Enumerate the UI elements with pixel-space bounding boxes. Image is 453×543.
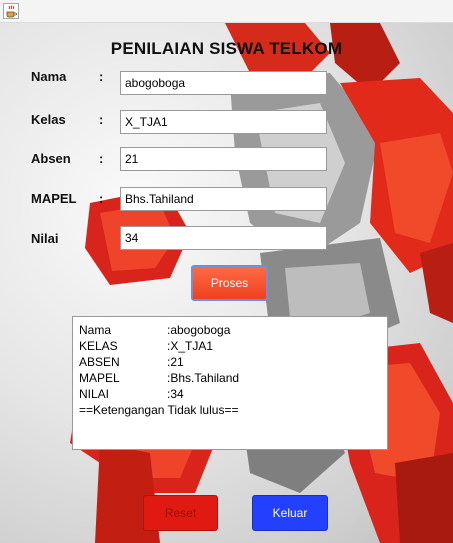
- result-row-nama: Nama :abogoboga: [79, 322, 381, 338]
- colon-kelas: :: [99, 112, 104, 127]
- colon-absen: :: [99, 151, 104, 166]
- result-key: Nama: [79, 323, 112, 337]
- nama-input[interactable]: [120, 71, 327, 95]
- form-panel: PENILAIAN SISWA TELKOM Nama : Kelas : Ab…: [0, 23, 453, 543]
- label-nilai: Nilai: [31, 231, 59, 246]
- absen-input[interactable]: [120, 147, 327, 171]
- kelas-input[interactable]: [120, 110, 327, 134]
- colon-nama: :: [99, 69, 104, 84]
- result-value: :34: [167, 387, 184, 401]
- java-coffee-icon[interactable]: [3, 3, 19, 19]
- result-note: ==Ketengangan Tidak lulus==: [79, 403, 239, 417]
- nilai-input[interactable]: [120, 226, 327, 250]
- colon-mapel: :: [99, 191, 104, 206]
- result-row-absen: ABSEN :21: [79, 354, 381, 370]
- result-row-mapel: MAPEL :Bhs.Tahiland: [79, 370, 381, 386]
- result-textarea[interactable]: Nama :abogoboga KELAS :X_TJA1 ABSEN :21 …: [72, 316, 388, 450]
- label-kelas: Kelas: [31, 112, 66, 127]
- result-row-nilai: NILAI :34: [79, 386, 381, 402]
- label-absen: Absen: [31, 151, 71, 166]
- result-key: NILAI: [79, 387, 110, 401]
- reset-button[interactable]: Reset: [143, 495, 218, 531]
- result-key: KELAS: [79, 339, 118, 353]
- result-key: MAPEL: [79, 371, 120, 385]
- window-titlebar: [0, 0, 453, 23]
- label-nama: Nama: [31, 69, 67, 84]
- result-value: :Bhs.Tahiland: [167, 371, 240, 385]
- form-title: PENILAIAN SISWA TELKOM: [110, 39, 343, 58]
- result-row-kelas: KELAS :X_TJA1: [79, 338, 381, 354]
- proses-button[interactable]: Proses: [191, 265, 268, 301]
- mapel-input[interactable]: [120, 187, 327, 211]
- label-mapel: MAPEL: [31, 191, 77, 206]
- result-key: ABSEN: [79, 355, 120, 369]
- result-value: :abogoboga: [167, 323, 231, 337]
- result-value: :X_TJA1: [167, 339, 214, 353]
- result-value: :21: [167, 355, 184, 369]
- keluar-button[interactable]: Keluar: [252, 495, 328, 531]
